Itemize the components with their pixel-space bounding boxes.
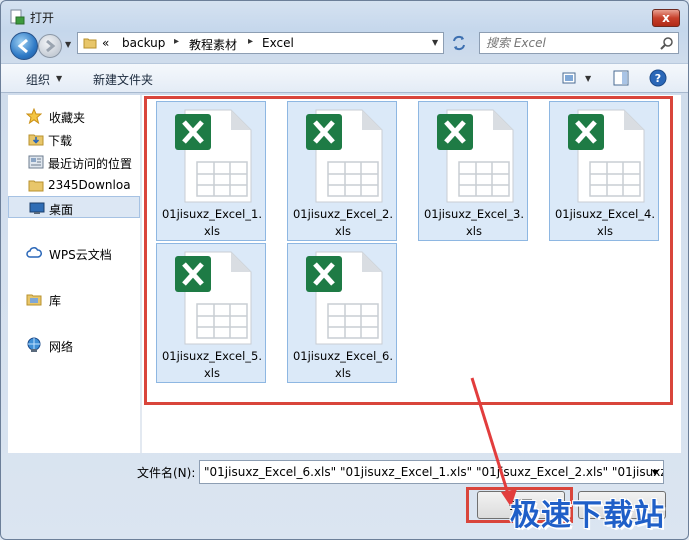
view-dropdown-icon[interactable]: ▼ xyxy=(585,74,591,83)
nav-2345downloads[interactable]: 2345Downloa xyxy=(8,174,140,196)
arrow-right-icon xyxy=(46,39,56,53)
nav-desktop[interactable]: 桌面 xyxy=(8,196,140,218)
window-title: 打开 xyxy=(30,11,55,25)
nav-recent-places[interactable]: 最近访问的位置 xyxy=(8,151,140,173)
search-icon xyxy=(660,37,673,50)
nav-label: WPS云文档 xyxy=(49,248,112,262)
filename-input[interactable]: "01jisuxz_Excel_6.xls" "01jisuxz_Excel_1… xyxy=(204,465,663,479)
nav-libraries[interactable]: 库 xyxy=(8,288,140,310)
folder-icon xyxy=(83,38,97,49)
address-dropdown-icon[interactable]: ▼ xyxy=(432,38,438,47)
nav-wps-cloud[interactable]: WPS云文档 xyxy=(8,242,140,264)
nav-network[interactable]: 网络 xyxy=(8,334,140,356)
watermark-logo: 极速下载站 xyxy=(510,498,665,533)
nav-label: 桌面 xyxy=(49,203,74,217)
organize-menu[interactable]: 组织 xyxy=(26,71,50,88)
refresh-button[interactable] xyxy=(448,33,470,53)
open-file-icon xyxy=(10,9,25,25)
arrow-left-icon xyxy=(17,38,28,54)
library-icon xyxy=(26,294,42,306)
nav-favorites[interactable]: 收藏夹 xyxy=(8,105,140,127)
navigation-pane: 收藏夹 下载 最近访问的位置 2345Downloa 桌面 WPS云文档 库 网… xyxy=(8,95,140,453)
filename-dropdown-icon[interactable]: ▼ xyxy=(652,468,658,477)
forward-button[interactable] xyxy=(38,34,62,58)
svg-text:?: ? xyxy=(655,72,661,85)
cloud-icon xyxy=(26,247,42,258)
refresh-icon xyxy=(453,35,465,51)
nav-downloads[interactable]: 下载 xyxy=(8,128,140,150)
folder-icon xyxy=(28,180,44,192)
network-icon xyxy=(27,337,41,352)
crumb-separator-icon[interactable]: ▸ xyxy=(174,36,179,47)
recent-pages-dropdown[interactable]: ▼ xyxy=(65,40,75,50)
recent-places-icon xyxy=(28,155,44,169)
nav-label: 网络 xyxy=(49,340,74,354)
filename-label: 文件名(N): xyxy=(137,466,196,480)
search-input[interactable] xyxy=(480,33,656,53)
crumb-separator-icon[interactable]: ▸ xyxy=(248,36,253,47)
command-toolbar: 组织 ▼ 新建文件夹 ▼ ? xyxy=(1,63,688,93)
address-bar[interactable]: « backup ▸ 教程素材 ▸ Excel ▼ xyxy=(77,32,444,54)
nav-label: 最近访问的位置 xyxy=(48,157,133,171)
crumb-excel[interactable]: Excel xyxy=(262,36,294,50)
close-button[interactable]: x xyxy=(652,9,680,27)
filename-combobox[interactable]: "01jisuxz_Excel_6.xls" "01jisuxz_Excel_1… xyxy=(199,460,664,484)
address-overflow[interactable]: « xyxy=(102,36,109,50)
view-options-icon[interactable] xyxy=(562,71,576,85)
nav-label: 2345Downloa xyxy=(48,178,131,192)
desktop-icon xyxy=(29,202,45,214)
nav-label: 下载 xyxy=(48,134,73,148)
nav-label: 库 xyxy=(49,294,62,308)
crumb-tutorial[interactable]: 教程素材 xyxy=(189,36,237,53)
chevron-down-icon[interactable]: ▼ xyxy=(56,74,62,83)
crumb-backup[interactable]: backup xyxy=(122,36,165,50)
new-folder-button[interactable]: 新建文件夹 xyxy=(93,71,153,88)
selection-highlight-box xyxy=(144,96,673,405)
back-button[interactable] xyxy=(10,32,38,60)
preview-pane-icon[interactable] xyxy=(613,70,629,86)
help-icon[interactable]: ? xyxy=(649,69,667,87)
star-icon xyxy=(26,108,42,124)
download-folder-icon xyxy=(28,134,44,146)
nav-label: 收藏夹 xyxy=(49,111,86,125)
search-box[interactable] xyxy=(479,32,679,54)
